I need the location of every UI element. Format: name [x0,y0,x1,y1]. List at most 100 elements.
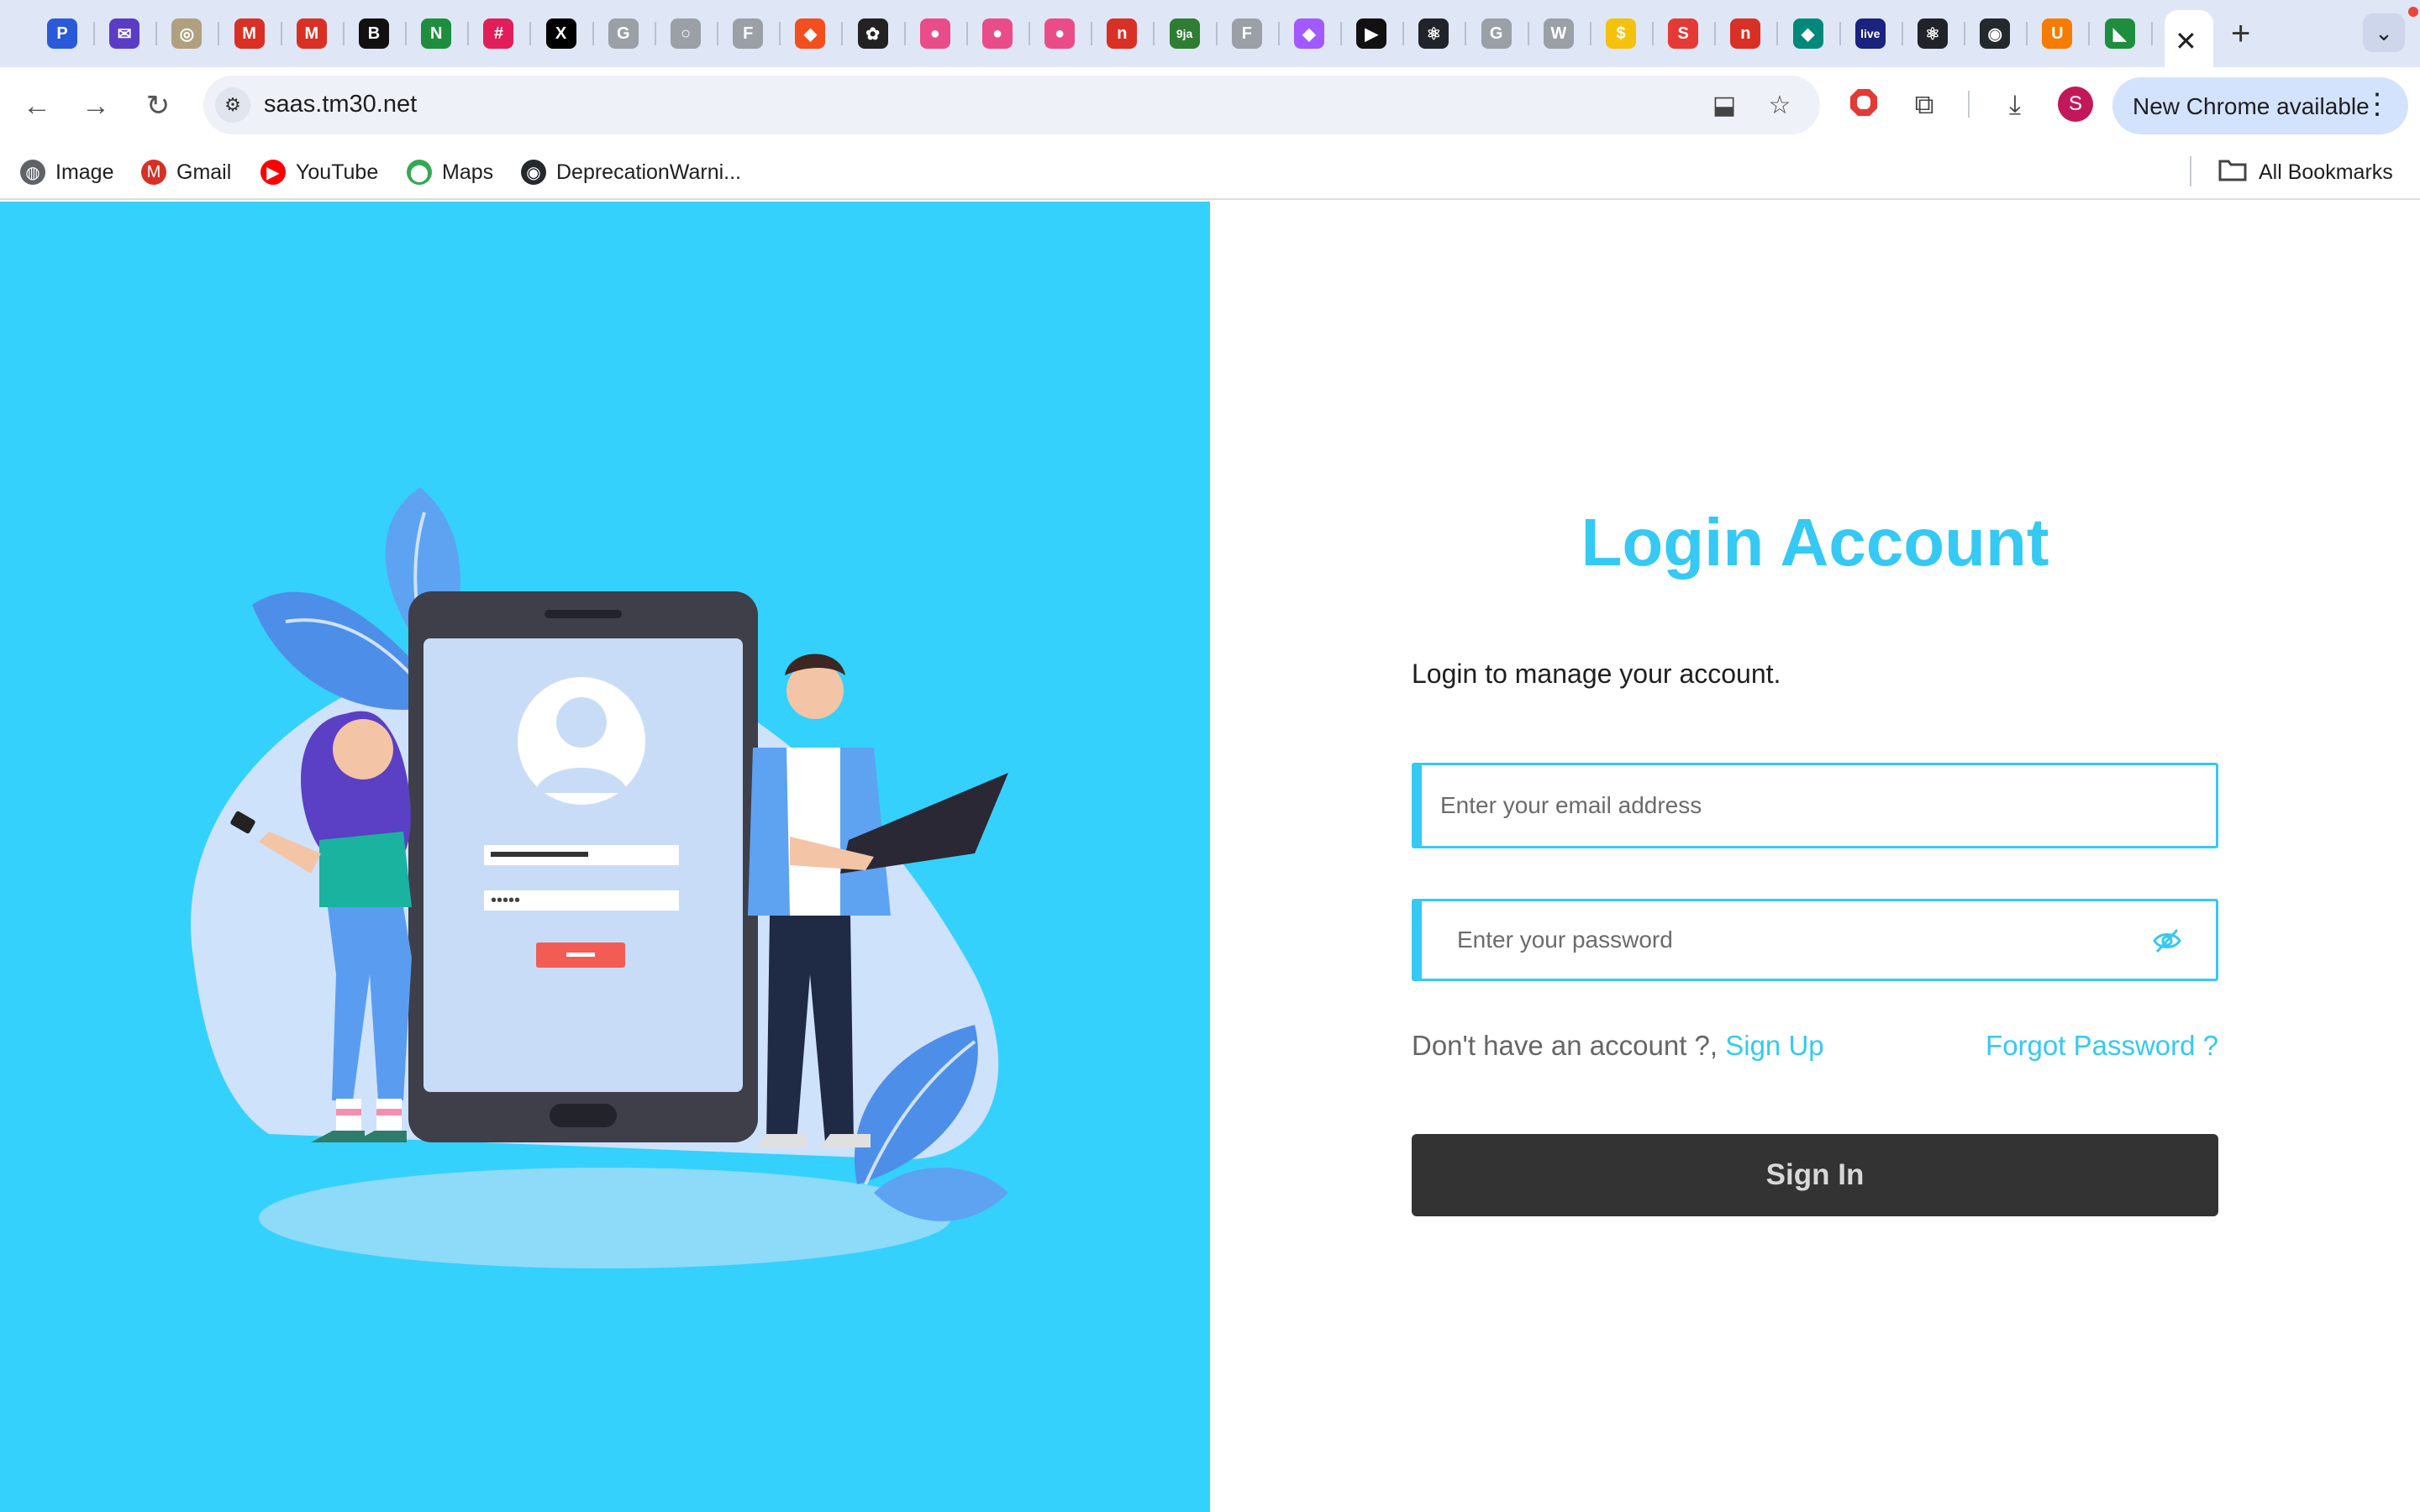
slack-icon[interactable]: # [483,18,514,49]
reload-icon[interactable]: ↻ [138,86,178,126]
bookmark-item[interactable]: M Gmail [141,156,231,188]
login-illustration: ••••• [191,487,1008,1268]
tab-separator [1776,22,1779,45]
diamond-icon[interactable]: ◆ [1792,18,1823,49]
youtube-icon: ▶ [260,160,286,185]
tab-search-button[interactable]: ⌄ [2363,13,2405,52]
tab-separator [529,22,532,45]
back-arrow-icon[interactable]: ← [17,86,57,126]
tab-separator [1839,22,1841,45]
tab-separator [405,22,407,45]
tab-separator [1028,22,1030,45]
naija-icon[interactable]: 9ja [1169,18,1200,49]
forward-arrow-icon[interactable]: → [76,86,116,126]
tab-separator [467,22,470,45]
tab-separator [779,22,781,45]
tab-separator [2088,22,2091,45]
b-icon[interactable]: B [359,18,389,49]
bookmark-item[interactable]: ◍ Image [20,156,113,188]
tab-strip: P ✉ ◎ M M B N # X G ○ F ◆ ✿ ● ● ● n 9ja F ◆ ▶ ⚛ G W $ Sn ◆ live ⚛ ◉ U ◣ … [0,0,2420,67]
bookmark-item[interactable]: ◉ DeprecationWarni... [521,156,741,188]
all-bookmarks-label: All Bookmarks [2259,160,2393,184]
bookmark-item[interactable]: ⬤ Maps [407,156,493,188]
tab-separator [1153,22,1155,45]
tab-separator [1527,22,1529,45]
play-icon[interactable]: ▶ [1356,18,1387,49]
mail-icon[interactable]: ✉ [109,18,140,49]
update-label: New Chrome available [2133,93,2370,119]
x-icon[interactable]: X [545,18,576,49]
svg-text:•••••: ••••• [491,891,520,910]
live-icon[interactable]: live [1854,18,1886,49]
adblock-extension-icon[interactable] [1845,86,1882,123]
compass-icon[interactable]: ◎ [171,18,203,49]
new-tab-button[interactable]: + [2231,15,2250,53]
extensions-puzzle-icon[interactable]: ⧉ [1906,86,1943,123]
react-icon[interactable]: ⚛ [1418,18,1449,49]
github-icon[interactable]: ◉ [1980,18,2011,49]
google-icon[interactable]: G [1481,18,1512,49]
globe-icon[interactable]: ○ [671,18,701,49]
p-icon[interactable]: P [47,18,77,49]
figma-icon[interactable]: ◆ [795,18,826,49]
active-tab[interactable]: ✕ [2165,10,2213,67]
address-bar[interactable]: ⚙ saas.tm30.net ⬓ ☆ [203,76,1820,134]
google-icon[interactable]: G [608,18,639,49]
tab-separator [1402,22,1405,45]
more-menu-icon[interactable]: ⋮ [2363,87,2391,121]
url-text[interactable]: saas.tm30.net [264,91,417,118]
figma-icon[interactable]: ◆ [1294,18,1324,49]
password-field[interactable] [1422,901,2216,979]
no-account-text: Don't have an account ?, [1412,1030,1718,1061]
bookmark-label: Image [55,160,114,184]
profile-avatar[interactable]: S [2058,87,2093,122]
browser-toolbar: ← → ↻ ⚙ saas.tm30.net ⬓ ☆ [0,67,2420,144]
github-icon: ◉ [521,160,546,185]
downloads-icon[interactable]: ⤓ [1996,86,2033,123]
gmail-icon: M [141,160,166,185]
tab-separator [841,22,844,45]
install-app-icon[interactable]: ⬓ [1709,91,1739,121]
f-icon[interactable]: F [733,18,764,49]
forgot-password-link[interactable]: Forgot Password ? [1986,1030,2218,1062]
no-account-prompt: Don't have an account ?, Sign Up [1412,1030,1824,1062]
tab-separator [2026,22,2028,45]
react-icon[interactable]: ⚛ [1918,18,1948,49]
tab-separator [93,22,95,45]
tab-separator [1091,22,1093,45]
openai-icon[interactable]: ✿ [857,18,888,49]
flag-icon[interactable]: ◣ [2104,18,2135,49]
bank-icon[interactable]: $ [1606,18,1636,49]
f-icon[interactable]: F [1231,18,1262,49]
dribbble-icon[interactable]: ● [1044,18,1076,49]
s-icon[interactable]: S [1668,18,1699,49]
tab-separator [218,22,220,45]
close-tab-icon[interactable]: ✕ [2175,25,2197,57]
tab-separator [280,22,282,45]
gmail-icon[interactable]: M [296,18,327,49]
n-icon[interactable]: N [421,18,452,49]
all-bookmarks-button[interactable]: All Bookmarks [2218,156,2393,188]
dribbble-icon[interactable]: ● [982,18,1013,49]
dribbble-icon[interactable]: ● [919,18,950,49]
maps-pin-icon: ⬤ [407,160,432,185]
u-icon[interactable]: U [2042,18,2073,49]
wikipedia-icon[interactable]: W [1543,18,1574,49]
bookmark-label: YouTube [296,160,379,184]
new-chrome-available-button[interactable]: New Chrome available ⋮ [2112,77,2408,134]
sign-up-link[interactable]: Sign Up [1725,1030,1823,1061]
email-field[interactable] [1422,765,2216,846]
toolbar-divider [1968,91,1970,118]
tab-separator [1277,22,1280,45]
tab-separator [2150,22,2153,45]
tab-separator [1652,22,1654,45]
sign-in-button[interactable]: Sign In [1412,1134,2218,1216]
bookmark-star-icon[interactable]: ☆ [1765,91,1795,121]
tab-separator [155,22,158,45]
bookmark-item[interactable]: ▶ YouTube [260,156,378,188]
n-circle-icon[interactable]: n [1730,18,1761,49]
site-settings-icon[interactable]: ⚙ [215,87,250,123]
gmail-icon[interactable]: M [234,18,265,49]
n-circle-icon[interactable]: n [1107,18,1138,49]
eye-slash-icon[interactable] [2152,927,2182,955]
